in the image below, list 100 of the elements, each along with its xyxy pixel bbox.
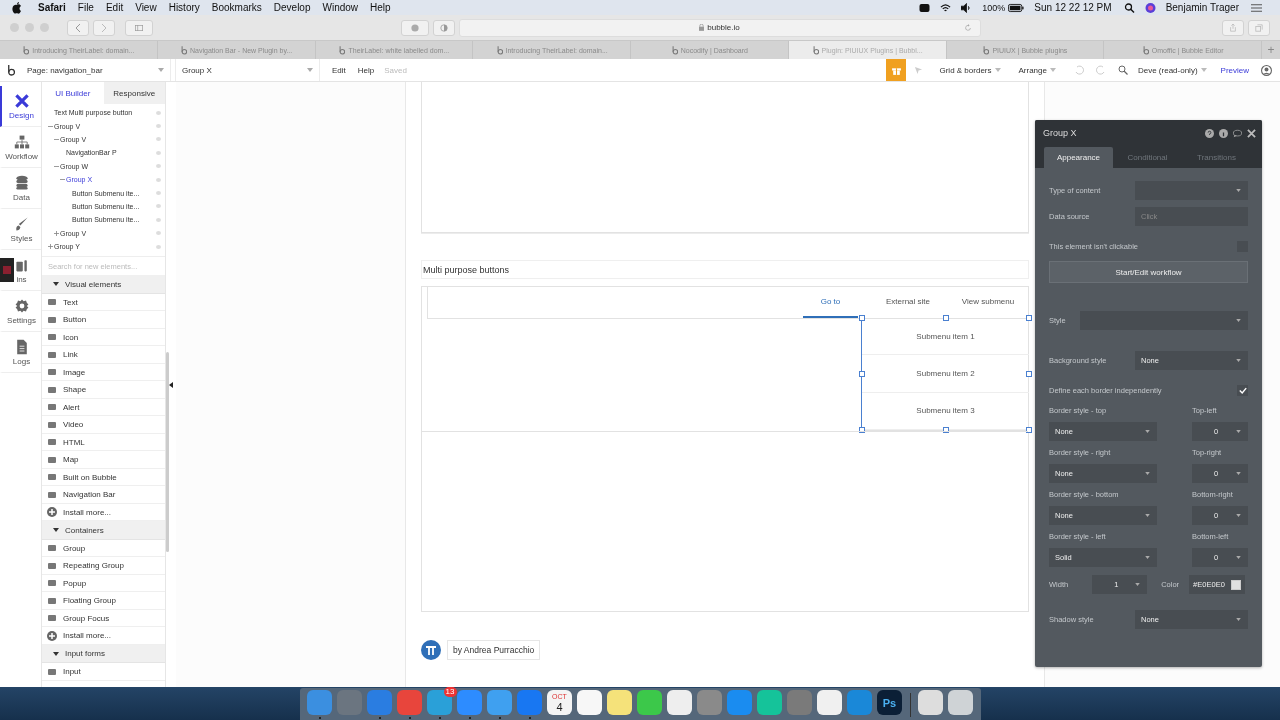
eye-icon[interactable] [156, 191, 161, 196]
element-item[interactable]: Icon [42, 328, 165, 347]
volume-icon[interactable] [961, 2, 973, 13]
eye-icon[interactable] [156, 124, 161, 129]
menu-item[interactable]: Edit [105, 2, 124, 13]
rail-tab[interactable]: Workflow [0, 127, 41, 168]
pointer-icon[interactable] [914, 65, 924, 75]
avatar-icon[interactable] [1261, 64, 1272, 76]
share-button[interactable] [1222, 19, 1244, 36]
undo-icon[interactable] [1073, 65, 1084, 75]
element-item[interactable]: Popup [42, 574, 165, 593]
element-item[interactable]: Group Focus [42, 609, 165, 628]
resize-handle[interactable] [943, 315, 949, 321]
app-icon[interactable] [667, 690, 692, 715]
workflow-button[interactable]: Start/Edit workflow [1049, 261, 1248, 283]
user-name[interactable]: Benjamin Trager [1165, 2, 1239, 13]
element-item[interactable]: Button [42, 311, 165, 329]
editor-menu[interactable]: Help [357, 65, 375, 75]
app-icon[interactable] [577, 690, 602, 715]
tabs-button[interactable] [1248, 19, 1270, 36]
app-icon[interactable] [607, 690, 632, 715]
preview-link[interactable]: Preview [1220, 65, 1249, 75]
eye-icon[interactable] [156, 137, 161, 142]
menu-item[interactable]: File [77, 2, 94, 13]
search-icon[interactable] [1123, 2, 1135, 13]
help-icon[interactable] [1205, 128, 1214, 138]
color-swatch[interactable] [1230, 579, 1241, 590]
element-item[interactable]: Floating Group [42, 592, 165, 610]
scrollbar-thumb[interactable] [166, 352, 169, 552]
reload-icon[interactable] [963, 23, 972, 32]
menu-item[interactable]: Develop [273, 2, 311, 13]
nav-tab[interactable]: View submenu [958, 287, 1018, 318]
collapse-icon[interactable] [54, 136, 59, 142]
siri-icon[interactable] [1144, 2, 1156, 13]
menu-item[interactable]: View [135, 2, 157, 13]
collapse-arrow-icon[interactable] [169, 382, 173, 388]
menu-clock[interactable]: Sun 12 22 12 PM [1034, 2, 1112, 13]
editor-menu[interactable]: Edit [332, 65, 346, 75]
eye-icon[interactable] [156, 110, 161, 115]
panel-tab[interactable]: Responsive [103, 82, 165, 104]
resize-handle[interactable] [1026, 427, 1032, 433]
resize-handle[interactable] [859, 427, 865, 433]
category-header[interactable]: Visual elements [42, 275, 165, 294]
element-dropdown[interactable]: Group X [175, 59, 320, 81]
rail-tab[interactable]: Styles [0, 209, 41, 250]
collapse-icon[interactable] [60, 177, 65, 183]
menu-item[interactable]: Bookmarks [211, 2, 262, 13]
element-item[interactable]: Video [42, 416, 165, 434]
resize-handle[interactable] [859, 371, 865, 377]
extension-button[interactable] [400, 19, 429, 36]
checkbox[interactable] [1237, 384, 1248, 396]
app-icon[interactable] [817, 690, 842, 715]
rail-tab[interactable]: Data [0, 168, 41, 209]
close-icon[interactable] [1247, 128, 1256, 138]
back-button[interactable] [67, 19, 89, 36]
element-item[interactable]: Link [42, 346, 165, 364]
grid-borders-menu[interactable]: Grid & borders [939, 65, 992, 75]
element-item[interactable]: Map [42, 451, 165, 469]
category-header[interactable]: Containers [42, 521, 165, 540]
property-tab[interactable]: Appearance [1044, 147, 1113, 168]
gift-button[interactable] [886, 59, 907, 81]
page-dropdown[interactable]: Page: navigation_bar [21, 59, 171, 81]
expand-icon[interactable] [54, 230, 59, 236]
mode-dropdown[interactable]: Deve (read-only) [1137, 65, 1198, 75]
rail-tab[interactable]: Settings [0, 291, 41, 332]
app-icon[interactable] [757, 690, 782, 715]
list-icon[interactable] [1251, 2, 1262, 13]
element-item[interactable]: Built on Bubble [42, 468, 165, 487]
resize-handle[interactable] [1026, 315, 1032, 321]
wifi-icon[interactable] [940, 2, 952, 13]
menu-item[interactable]: Window [322, 2, 359, 13]
element-item[interactable]: Alert [42, 398, 165, 417]
nav-tab[interactable]: External site [878, 287, 938, 318]
author-credit[interactable]: by Andrea Purracchio [447, 640, 541, 660]
resize-handle[interactable] [859, 315, 865, 321]
eye-icon[interactable] [156, 164, 161, 169]
rail-tab[interactable]: Logs [0, 332, 41, 373]
element-item[interactable]: Image [42, 363, 165, 382]
nav-tab[interactable]: Go to [803, 287, 858, 318]
eye-icon[interactable] [156, 177, 161, 182]
element-item[interactable]: Input [42, 663, 165, 681]
eye-icon[interactable] [156, 150, 161, 155]
redo-icon[interactable] [1095, 65, 1106, 75]
element-item[interactable]: Navigation Bar [42, 486, 165, 504]
element-item[interactable]: Repeating Group [42, 557, 165, 575]
apple-icon[interactable] [12, 1, 22, 14]
sidebar-button[interactable] [125, 19, 153, 36]
arrange-menu[interactable]: Arrange [1018, 65, 1047, 75]
eye-icon[interactable] [156, 217, 161, 222]
app-icon[interactable] [637, 690, 662, 715]
address-field[interactable]: bubble.io [458, 18, 981, 37]
expand-icon[interactable] [48, 244, 53, 250]
eye-icon[interactable] [156, 231, 161, 236]
shield-button[interactable] [432, 19, 455, 36]
eye-icon[interactable] [156, 204, 161, 209]
battery-icon[interactable] [1008, 2, 1025, 13]
eye-icon[interactable] [156, 244, 161, 249]
camera-icon[interactable] [919, 2, 931, 13]
menu-item[interactable]: Help [370, 2, 391, 13]
comment-icon[interactable] [1233, 128, 1242, 138]
